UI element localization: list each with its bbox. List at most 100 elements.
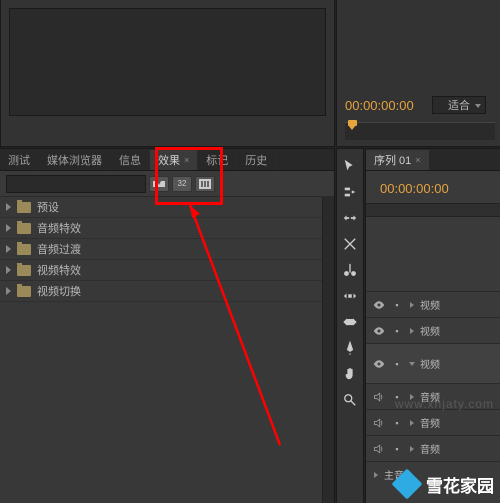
effects-search-input[interactable] — [6, 175, 146, 193]
razor-tool-icon[interactable] — [341, 261, 359, 279]
tree-item-audio-transitions[interactable]: 音频过渡 — [0, 239, 322, 260]
tab-history[interactable]: 历史 — [237, 150, 276, 170]
lock-icon[interactable]: ▪ — [390, 298, 404, 312]
hand-tool-icon[interactable] — [341, 365, 359, 383]
audio-track[interactable]: ▪ 音频 — [366, 435, 500, 461]
sequence-tab-label: 序列 01 — [374, 152, 411, 168]
chevron-right-icon — [6, 245, 11, 253]
32bit-filter-icon[interactable]: 32 — [172, 176, 192, 192]
tree-item-presets[interactable]: 预设 — [0, 197, 322, 218]
chevron-right-icon[interactable] — [410, 420, 414, 426]
lock-icon[interactable]: ▪ — [390, 416, 404, 430]
chevron-right-icon[interactable] — [410, 394, 414, 400]
tab-media-browser[interactable]: 媒体浏览器 — [39, 150, 111, 170]
sequence-body: 00:00:00:00 ▪ 视频 ▪ 视频 ▪ 视频 ▪ 音频 ▪ 音频 ▪ 音频 主音 — [366, 171, 500, 503]
tab-label: 历史 — [245, 152, 267, 168]
chevron-right-icon — [6, 287, 11, 295]
track-select-tool-icon[interactable] — [341, 183, 359, 201]
close-icon[interactable]: × — [415, 155, 420, 165]
speaker-icon[interactable] — [372, 416, 386, 430]
tab-markers[interactable]: 标记 — [198, 150, 237, 170]
folder-icon — [17, 286, 31, 297]
chevron-down-icon[interactable] — [409, 362, 415, 366]
chevron-right-icon[interactable] — [410, 328, 414, 334]
yuv-filter-icon[interactable] — [195, 176, 215, 192]
lock-icon[interactable]: ▪ — [390, 442, 404, 456]
close-icon[interactable]: × — [184, 155, 189, 165]
chevron-right-icon[interactable] — [410, 446, 414, 452]
program-timecode[interactable]: 00:00:00:00 — [345, 98, 414, 113]
panel-tab-row: 测试 媒体浏览器 信息 效果 × 标记 历史 — [0, 149, 334, 171]
track-label: 音频 — [420, 415, 440, 430]
tracks: ▪ 视频 ▪ 视频 ▪ 视频 ▪ 音频 ▪ 音频 ▪ 音频 主音 — [366, 291, 500, 503]
accelerated-filter-icon[interactable] — [149, 176, 169, 192]
lock-icon[interactable]: ▪ — [390, 390, 404, 404]
tab-project[interactable]: 测试 — [0, 150, 39, 170]
tab-label: 媒体浏览器 — [47, 152, 102, 168]
eye-icon[interactable] — [372, 298, 386, 312]
tree-item-video-transitions[interactable]: 视频切换 — [0, 281, 322, 302]
sequence-tab-row: 序列 01 × — [366, 149, 500, 171]
source-monitor — [0, 0, 335, 147]
tree-label: 音频特效 — [37, 220, 81, 236]
speaker-icon[interactable] — [372, 442, 386, 456]
sequence-timecode[interactable]: 00:00:00:00 — [380, 181, 449, 196]
zoom-tool-icon[interactable] — [341, 391, 359, 409]
eye-icon[interactable] — [372, 324, 386, 338]
tools-panel — [336, 148, 364, 503]
chevron-right-icon[interactable] — [374, 472, 378, 478]
master-track[interactable]: 主音 — [366, 461, 500, 487]
chevron-right-icon — [6, 224, 11, 232]
speaker-icon[interactable] — [372, 390, 386, 404]
video-track[interactable]: ▪ 视频 — [366, 317, 500, 343]
slide-tool-icon[interactable] — [341, 313, 359, 331]
zoom-level-dropdown[interactable]: 适合 — [432, 96, 486, 114]
video-track[interactable]: ▪ 视频 — [366, 291, 500, 317]
rate-stretch-tool-icon[interactable] — [341, 235, 359, 253]
audio-track[interactable]: ▪ 音频 — [366, 383, 500, 409]
track-label: 视频 — [420, 297, 440, 312]
tab-label: 测试 — [8, 152, 30, 168]
track-label: 视频 — [420, 356, 440, 371]
tree-label: 预设 — [37, 199, 59, 215]
lock-icon[interactable]: ▪ — [390, 357, 404, 371]
tab-label: 效果 — [158, 152, 180, 168]
track-label: 音频 — [420, 441, 440, 456]
folder-icon — [17, 223, 31, 234]
folder-icon — [17, 265, 31, 276]
selection-tool-icon[interactable] — [341, 157, 359, 175]
chevron-right-icon[interactable] — [410, 302, 414, 308]
tree-label: 视频切换 — [37, 283, 81, 299]
source-monitor-viewport — [9, 8, 326, 116]
pen-tool-icon[interactable] — [341, 339, 359, 357]
tree-item-audio-effects[interactable]: 音频特效 — [0, 218, 322, 239]
ripple-edit-tool-icon[interactable] — [341, 209, 359, 227]
tab-effects[interactable]: 效果 × — [150, 150, 198, 170]
tree-label: 音频过渡 — [37, 241, 81, 257]
folder-icon — [17, 202, 31, 213]
tab-info[interactable]: 信息 — [111, 150, 150, 170]
sequence-tab[interactable]: 序列 01 × — [366, 150, 429, 170]
eye-icon[interactable] — [372, 357, 386, 371]
chevron-right-icon — [6, 203, 11, 211]
video-track-expanded[interactable]: ▪ 视频 — [366, 343, 500, 383]
tab-label: 标记 — [206, 152, 228, 168]
filter-32-label: 32 — [178, 179, 187, 188]
tree-item-video-effects[interactable]: 视频特效 — [0, 260, 322, 281]
monitor-section: 00:00:00:00 适合 — [0, 0, 500, 147]
sequence-ruler[interactable] — [366, 203, 500, 217]
timeline-panel: 序列 01 × 00:00:00:00 ▪ 视频 ▪ 视频 ▪ 视频 ▪ 音频 ▪ 音频 ▪… — [365, 148, 500, 503]
playhead-icon[interactable] — [348, 120, 357, 130]
track-label: 视频 — [420, 323, 440, 338]
audio-track[interactable]: ▪ 音频 — [366, 409, 500, 435]
slip-tool-icon[interactable] — [341, 287, 359, 305]
program-ruler[interactable] — [345, 122, 495, 140]
lock-icon[interactable]: ▪ — [390, 324, 404, 338]
effects-tree: 预设 音频特效 音频过渡 视频特效 视频切换 — [0, 197, 322, 503]
tab-label: 信息 — [119, 152, 141, 168]
chevron-right-icon — [6, 266, 11, 274]
tree-label: 视频特效 — [37, 262, 81, 278]
scrollbar[interactable] — [322, 197, 334, 503]
zoom-label: 适合 — [448, 97, 470, 113]
track-label: 音频 — [420, 389, 440, 404]
